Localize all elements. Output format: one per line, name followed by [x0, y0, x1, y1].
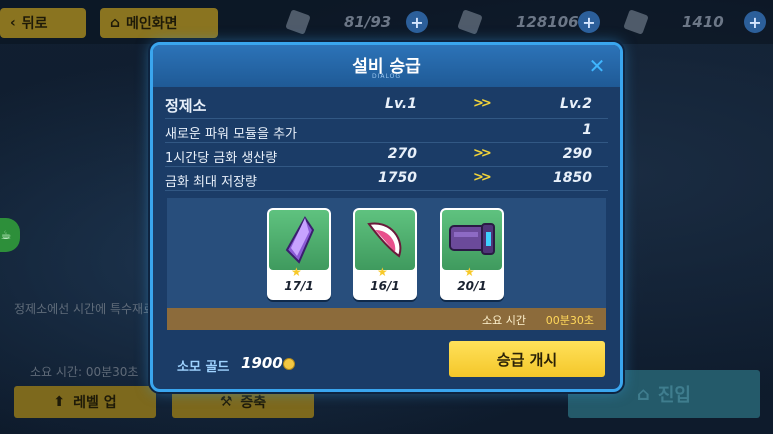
resource-gold: 128106 +	[457, 9, 600, 35]
star-icon: ★	[377, 265, 388, 279]
purple-crystal-icon	[269, 210, 329, 270]
material-qty: 17/1	[284, 279, 314, 293]
resource-value: 81/93	[344, 13, 392, 31]
upload-icon: ⬆	[53, 394, 66, 410]
main-screen-label: 메인화면	[126, 16, 178, 32]
start-upgrade-button[interactable]: 승급 개시	[449, 341, 605, 377]
facility-description: 정제소에선 시간에 특수재료가 생산됩	[14, 302, 158, 316]
resource-value: 1410	[682, 13, 724, 31]
dialog-header: 설비 승급 DIALOG ✕	[153, 45, 620, 87]
facility-name: 정제소	[165, 97, 207, 115]
upgrade-dialog: 설비 승급 DIALOG ✕ 정제소 Lv.1 >> Lv.2 새로운 파워 모…	[150, 42, 623, 392]
time-bar: 소요 시간 00분30초	[167, 308, 606, 330]
home-icon: ⌂	[110, 15, 121, 31]
stat-next: 290	[562, 146, 592, 162]
arrow-icon: >>	[473, 96, 492, 111]
time-value: 00분30초	[545, 314, 594, 327]
resource-crystal: 1410 +	[623, 9, 766, 35]
stat-table: 정제소 Lv.1 >> Lv.2 새로운 파워 모듈을 추가 1 1시간당 금화…	[165, 89, 608, 197]
resource-value: 128106	[516, 13, 579, 31]
mech-gauntlet-icon	[442, 210, 502, 270]
current-level: Lv.1	[385, 96, 417, 112]
coin-icon	[283, 358, 295, 370]
gold-bar-icon	[457, 9, 483, 35]
close-button[interactable]: ✕	[584, 53, 610, 79]
stat-row: 1시간당 금화 생산량 270 >> 290	[165, 143, 608, 167]
materials-panel: ★ 17/1 ★ 16/1 ★ 20/1	[167, 198, 606, 308]
facility-time: 소요 시간: 00분30초	[30, 365, 139, 379]
stat-next: 1850	[553, 170, 592, 186]
back-button-label: 뒤로	[21, 16, 48, 32]
pink-horn-icon	[355, 210, 415, 270]
star-icon: ★	[291, 265, 302, 279]
level-up-label: 레벨 업	[73, 395, 117, 411]
home-icon: ⌂	[636, 383, 650, 405]
star-icon: ★	[464, 265, 475, 279]
facility-level-row: 정제소 Lv.1 >> Lv.2	[165, 89, 608, 119]
top-bar: ‹ 뒤로 ⌂ 메인화면 81/93 + 128106 + 1410 +	[0, 0, 773, 44]
stat-label: 1시간당 금화 생산량	[165, 151, 278, 166]
next-level: Lv.2	[560, 96, 592, 112]
stat-label: 새로운 파워 모듈을 추가	[165, 127, 297, 142]
arrow-icon: >>	[473, 146, 492, 161]
stat-label: 금화 최대 저장량	[165, 175, 257, 190]
stat-row: 금화 최대 저장량 1750 >> 1850	[165, 167, 608, 191]
dialog-subtitle: DIALOG	[372, 73, 401, 80]
arrow-icon: >>	[473, 170, 492, 185]
material-qty: 20/1	[457, 279, 487, 293]
level-up-button[interactable]: ⬆ 레벨 업	[14, 386, 156, 418]
crystal-icon	[623, 9, 649, 35]
tools-icon: ⚒	[219, 394, 233, 410]
resource-energy: 81/93 +	[285, 9, 428, 35]
gold-cost-value: 1900	[241, 354, 283, 372]
stat-row: 새로운 파워 모듈을 추가 1	[165, 119, 608, 143]
enter-label: 진입	[657, 385, 691, 406]
material-qty: 16/1	[370, 279, 400, 293]
add-energy-button[interactable]: +	[406, 11, 428, 33]
expand-label: 증축	[240, 395, 267, 411]
add-crystal-button[interactable]: +	[744, 11, 766, 33]
stat-next: 1	[582, 122, 592, 138]
main-screen-button[interactable]: ⌂ 메인화면	[100, 8, 218, 38]
back-button[interactable]: ‹ 뒤로	[0, 8, 86, 38]
chevron-left-icon: ‹	[10, 15, 16, 31]
cup-icon: ☕	[0, 228, 12, 242]
material-item[interactable]: ★ 16/1	[353, 208, 417, 300]
stat-current: 1750	[378, 170, 417, 186]
material-item[interactable]: ★ 20/1	[440, 208, 504, 300]
add-gold-button[interactable]: +	[578, 11, 600, 33]
time-label: 소요 시간	[482, 314, 526, 327]
gold-cost-label: 소모 골드	[177, 360, 230, 375]
stat-current: 270	[387, 146, 417, 162]
material-item[interactable]: ★ 17/1	[267, 208, 331, 300]
energy-cell-icon	[285, 9, 311, 35]
